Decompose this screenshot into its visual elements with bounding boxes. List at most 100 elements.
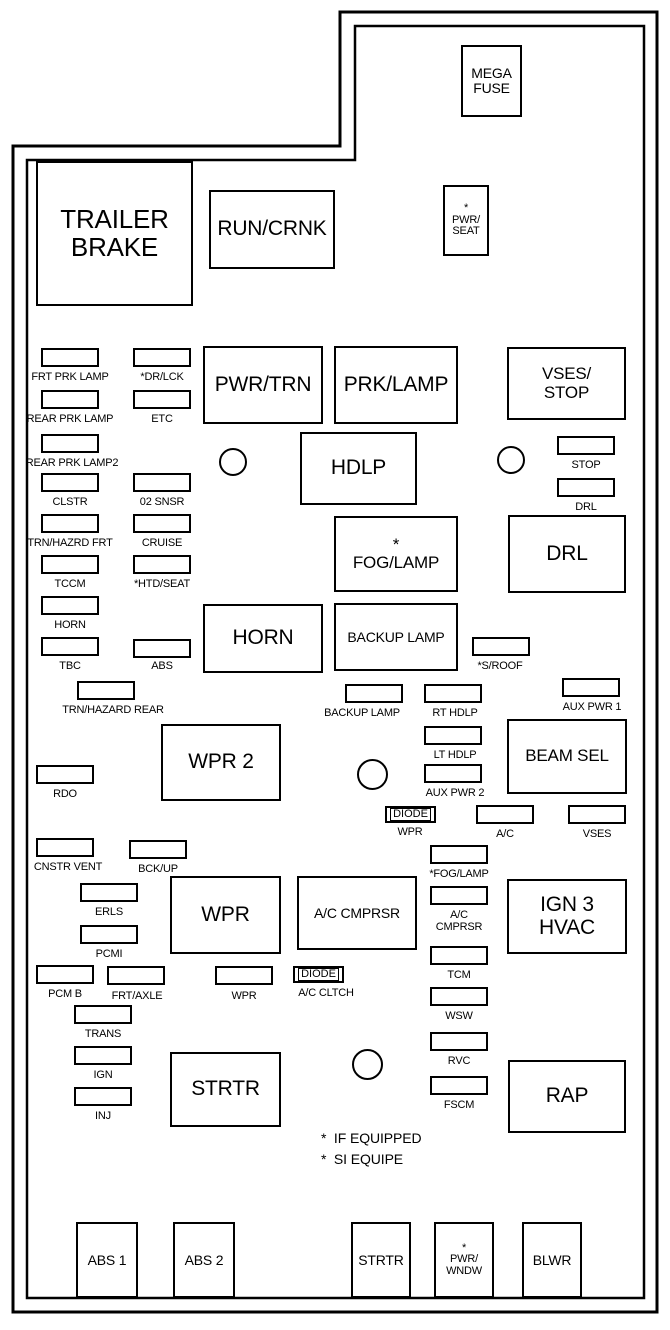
fuse-label-backup-lamp-fuse: BACKUP LAMP xyxy=(324,707,400,719)
relay-wpr[interactable]: WPR xyxy=(170,876,281,954)
fuse-slot-aux-pwr-1[interactable] xyxy=(562,678,620,697)
post-pwr-trn[interactable] xyxy=(219,448,247,476)
fuse-label-stop-fuse: STOP xyxy=(571,459,601,471)
fuse-label-tcm: TCM xyxy=(447,969,471,981)
fuse-slot-frt-axle[interactable] xyxy=(107,966,165,985)
relay-strtr-bottom[interactable]: STRTR xyxy=(351,1222,411,1298)
fuse-label-etc: ETC xyxy=(151,413,173,425)
diode-tag-diode-ac-cltch[interactable]: DIODE xyxy=(293,966,344,983)
diode-caption-diode-ac-cltch: A/C CLTCH xyxy=(298,987,354,999)
relay-trailer-brake[interactable]: TRAILER BRAKE xyxy=(36,161,193,306)
fuse-label-wpr-fuse: WPR xyxy=(231,990,257,1002)
fuse-slot-fscm[interactable] xyxy=(430,1076,488,1095)
relay-backup-lamp[interactable]: BACKUP LAMP xyxy=(334,603,458,671)
fuse-label-trans: TRANS xyxy=(84,1028,122,1040)
relay-abs-2[interactable]: ABS 2 xyxy=(173,1222,235,1298)
fuse-slot-etc[interactable] xyxy=(133,390,191,409)
fuse-slot-abs-fuse[interactable] xyxy=(133,639,191,658)
fuse-slot-backup-lamp-fuse[interactable] xyxy=(345,684,403,703)
fuse-label-bck-up: BCK/UP xyxy=(138,863,178,875)
relay-blwr[interactable]: BLWR xyxy=(522,1222,582,1298)
fuse-slot-inj[interactable] xyxy=(74,1087,132,1106)
fuse-slot-trn-hazrd-frt[interactable] xyxy=(41,514,99,533)
fuse-label-lt-hdlp: LT HDLP xyxy=(433,749,477,761)
fuse-slot-pcm-b[interactable] xyxy=(36,965,94,984)
relay-drl-relay[interactable]: DRL xyxy=(508,515,626,593)
fuse-label-rear-prk-lamp: REAR PRK LAMP xyxy=(26,413,114,425)
diode-tag-label-diode-wpr: DIODE xyxy=(390,808,431,821)
fuse-label-s-roof: *S/ROOF xyxy=(477,660,523,672)
fuse-slot-rvc[interactable] xyxy=(430,1032,488,1051)
fuse-slot-tccm[interactable] xyxy=(41,555,99,574)
fuse-slot-erls[interactable] xyxy=(80,883,138,902)
post-vses[interactable] xyxy=(497,446,525,474)
relay-beam-sel[interactable]: BEAM SEL xyxy=(507,719,627,794)
fuse-label-rvc: RVC xyxy=(447,1055,471,1067)
fuse-label-rdo: RDO xyxy=(53,788,77,800)
fuse-label-dr-lck: *DR/LCK xyxy=(140,371,184,383)
relay-run-crnk[interactable]: RUN/CRNK xyxy=(209,190,335,269)
post-strtr[interactable] xyxy=(352,1049,383,1080)
fuse-label-o2-snsr: 02 SNSR xyxy=(139,496,185,508)
fuse-slot-o2-snsr[interactable] xyxy=(133,473,191,492)
fuse-label-cnstr-vent: CNSTR VENT xyxy=(33,861,103,873)
relay-prk-lamp[interactable]: PRK/LAMP xyxy=(334,346,458,424)
fuse-label-trn-hazard-rear: TRN/HAZARD REAR xyxy=(62,704,164,716)
fuse-slot-rdo[interactable] xyxy=(36,765,94,784)
relay-mega-fuse[interactable]: MEGA FUSE xyxy=(461,45,522,117)
fuse-slot-pcmi[interactable] xyxy=(80,925,138,944)
fuse-slot-cruise[interactable] xyxy=(133,514,191,533)
fuse-slot-aux-pwr-2[interactable] xyxy=(424,764,482,783)
fuse-slot-ac-fuse[interactable] xyxy=(476,805,534,824)
fuse-slot-clstr[interactable] xyxy=(41,473,99,492)
fuse-slot-wsw[interactable] xyxy=(430,987,488,1006)
relay-ign3-hvac[interactable]: IGN 3 HVAC xyxy=(507,879,627,954)
relay-hdlp[interactable]: HDLP xyxy=(300,432,417,505)
relay-abs-1[interactable]: ABS 1 xyxy=(76,1222,138,1298)
fuse-label-htd-seat: *HTD/SEAT xyxy=(133,578,191,590)
fuse-label-erls: ERLS xyxy=(95,906,123,918)
fuse-slot-rt-hdlp[interactable] xyxy=(424,684,482,703)
fuse-label-pcm-b: PCM B xyxy=(48,988,82,1000)
fuse-slot-rear-prk-lamp[interactable] xyxy=(41,390,99,409)
fuse-slot-drl-fuse[interactable] xyxy=(557,478,615,497)
relay-rap[interactable]: RAP xyxy=(508,1060,626,1133)
fuse-slot-trn-hazard-rear[interactable] xyxy=(77,681,135,700)
fuse-slot-vses-fuse[interactable] xyxy=(568,805,626,824)
relay-strtr-relay[interactable]: STRTR xyxy=(170,1052,281,1127)
fuse-label-ac-cmprsr-fuse: A/C CMPRSR xyxy=(435,909,483,933)
fuse-slot-ac-cmprsr-fuse[interactable] xyxy=(430,886,488,905)
fuse-slot-dr-lck[interactable] xyxy=(133,348,191,367)
fuse-label-rear-prk-lamp2: REAR PRK LAMP2 xyxy=(25,457,119,469)
fuse-slot-horn-fuse[interactable] xyxy=(41,596,99,615)
fuse-slot-stop-fuse[interactable] xyxy=(557,436,615,455)
fuse-slot-bck-up[interactable] xyxy=(129,840,187,859)
fuse-slot-tbc[interactable] xyxy=(41,637,99,656)
fuse-label-rt-hdlp: RT HDLP xyxy=(432,707,478,719)
relay-fog-lamp[interactable]: * FOG/LAMP xyxy=(334,516,458,592)
fuse-slot-trans[interactable] xyxy=(74,1005,132,1024)
relay-pwr-seat[interactable]: * PWR/ SEAT xyxy=(443,185,489,256)
relay-vses-stop[interactable]: VSES/ STOP xyxy=(507,347,626,420)
fuse-slot-ign[interactable] xyxy=(74,1046,132,1065)
fuse-slot-wpr-fuse[interactable] xyxy=(215,966,273,985)
diode-tag-diode-wpr[interactable]: DIODE xyxy=(385,806,436,823)
post-wpr2[interactable] xyxy=(357,759,388,790)
fuse-label-vses-fuse: VSES xyxy=(582,828,612,840)
fuse-label-tccm: TCCM xyxy=(54,578,86,590)
relay-pwr-trn[interactable]: PWR/TRN xyxy=(203,346,323,424)
fuse-slot-cnstr-vent[interactable] xyxy=(36,838,94,857)
fuse-label-trn-hazrd-frt: TRN/HAZRD FRT xyxy=(27,537,113,549)
fuse-slot-frt-prk-lamp[interactable] xyxy=(41,348,99,367)
fuse-slot-s-roof[interactable] xyxy=(472,637,530,656)
fuse-slot-tcm[interactable] xyxy=(430,946,488,965)
legend-if-equipped: * IF EQUIPPED xyxy=(321,1130,422,1146)
fuse-slot-htd-seat[interactable] xyxy=(133,555,191,574)
relay-horn[interactable]: HORN xyxy=(203,604,323,673)
fuse-slot-fog-lamp-fuse[interactable] xyxy=(430,845,488,864)
fuse-slot-rear-prk-lamp2[interactable] xyxy=(41,434,99,453)
relay-pwr-wndw[interactable]: * PWR/ WNDW xyxy=(434,1222,494,1298)
fuse-slot-lt-hdlp[interactable] xyxy=(424,726,482,745)
relay-ac-cmprsr[interactable]: A/C CMPRSR xyxy=(297,876,417,950)
relay-wpr-2[interactable]: WPR 2 xyxy=(161,724,281,801)
